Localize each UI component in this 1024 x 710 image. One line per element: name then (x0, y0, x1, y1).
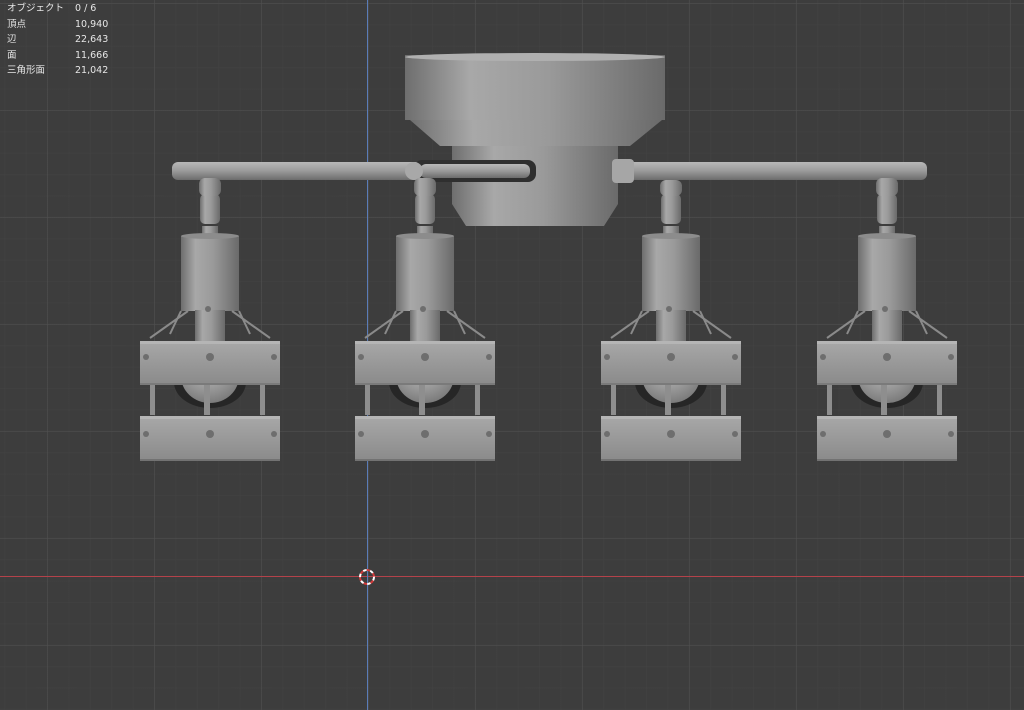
stat-row-edges: 辺 22,643 (7, 32, 108, 48)
stat-label: 頂点 (7, 18, 27, 30)
stat-row-faces: 面 11,666 (7, 48, 108, 64)
stat-value: 11,666 (75, 49, 109, 61)
ceiling-lamp-model[interactable] (0, 0, 1024, 710)
stat-value: 0 / 6 (75, 3, 97, 14)
stat-value: 21,042 (75, 65, 109, 77)
spotlight-4 (816, 183, 958, 462)
ceiling-canopy (405, 53, 665, 226)
stat-label: 三角形面 (7, 65, 46, 77)
spotlight-3 (600, 183, 742, 462)
stat-value: 10,940 (75, 18, 109, 30)
stat-row-vertices: 頂点 10,940 (7, 17, 108, 33)
stat-label: 辺 (7, 34, 17, 46)
stat-value: 22,643 (75, 34, 109, 46)
3d-cursor-icon[interactable] (358, 568, 376, 586)
3d-viewport[interactable]: オブジェクト 0 / 6 頂点 10,940 辺 22,643 面 11,666… (0, 0, 1024, 710)
stat-label: オブジェクト (7, 3, 65, 14)
spotlight-1 (139, 183, 281, 462)
stat-row-triangles: 三角形面 21,042 (7, 63, 108, 79)
stat-label: 面 (7, 49, 17, 61)
stat-row-objects: オブジェクト 0 / 6 (7, 1, 108, 17)
scene-statistics-overlay: オブジェクト 0 / 6 頂点 10,940 辺 22,643 面 11,666… (7, 1, 108, 79)
